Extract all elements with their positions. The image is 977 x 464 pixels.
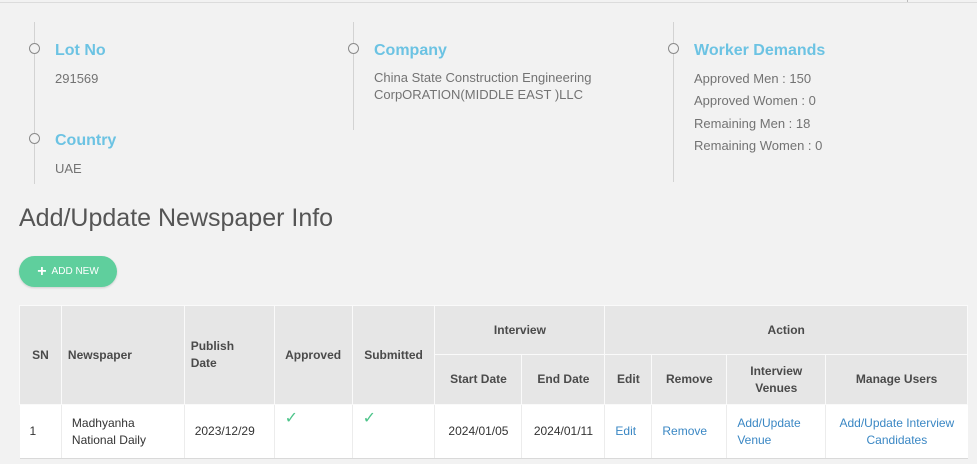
timeline-dot: [348, 43, 359, 54]
top-divider: [0, 2, 977, 3]
newspaper-line1: Madhyanha: [71, 415, 135, 430]
cell-end-date: 2024/01/11: [521, 404, 605, 459]
header-publish-line2: Date: [190, 356, 217, 370]
header-newspaper: Newspaper: [60, 305, 185, 405]
cell-edit: Edit: [604, 404, 652, 459]
top-tick: [907, 0, 908, 2]
timeline-dot: [29, 133, 40, 144]
cell-publish-date: 2023/12/29: [183, 404, 275, 459]
venue-link-line1: Add/Update: [737, 415, 801, 430]
candidates-link-line1: Add/Update Interview: [839, 415, 955, 430]
add-update-candidates-link[interactable]: Add/Update Interview Candidates: [836, 415, 957, 449]
header-end-date: End Date: [521, 354, 606, 405]
cell-newspaper: Madhyanha National Daily: [60, 404, 185, 459]
header-approved: Approved: [273, 305, 353, 405]
remove-link[interactable]: Remove: [662, 424, 707, 438]
company-title: Company: [374, 42, 447, 59]
header-edit: Edit: [604, 354, 653, 405]
country-value: UAE: [55, 161, 82, 176]
plus-icon: +: [37, 262, 47, 280]
remaining-men: Remaining Men : 18: [694, 116, 811, 131]
cell-venues: Add/Update Venue: [726, 404, 826, 459]
check-icon: ✓: [362, 410, 376, 427]
section-title: Add/Update Newspaper Info: [19, 204, 334, 232]
add-update-venue-link[interactable]: Add/Update Venue: [737, 415, 815, 449]
cell-sn: 1: [19, 404, 62, 459]
header-submitted: Submitted: [351, 305, 436, 405]
timeline-dot: [29, 43, 40, 54]
cell-submitted: ✓: [351, 404, 435, 459]
newspaper-line2: National Daily: [71, 432, 146, 447]
header-sn: SN: [19, 305, 62, 405]
company-value-line2: CorpORATION(MIDDLE EAST )LLC: [374, 87, 584, 102]
add-new-label: ADD NEW: [51, 266, 99, 277]
candidates-link-line2: Candidates: [866, 432, 928, 447]
approved-men: Approved Men : 150: [694, 71, 812, 86]
header-remove: Remove: [651, 354, 728, 405]
cell-approved: ✓: [273, 404, 353, 459]
header-venues-line1: Interview: [750, 363, 803, 378]
edit-link[interactable]: Edit: [615, 424, 636, 438]
add-new-button[interactable]: + ADD NEW: [19, 256, 117, 287]
header-start-date: Start Date: [434, 354, 523, 405]
approved-women: Approved Women : 0: [694, 93, 816, 108]
header-interview-venues: Interview Venues: [726, 354, 827, 405]
timeline-dot: [668, 43, 679, 54]
newspaper-table: SN Newspaper Publish Date Approved Submi…: [19, 305, 968, 459]
header-venues-line2: Venues: [755, 380, 798, 395]
timeline-line: [353, 22, 354, 130]
worker-demands-title: Worker Demands: [694, 42, 826, 59]
header-publish-date: Publish Date: [183, 305, 275, 405]
cell-start-date: 2024/01/05: [434, 404, 522, 459]
cell-remove: Remove: [651, 404, 727, 459]
cell-manage-users: Add/Update Interview Candidates: [825, 404, 968, 459]
header-action: Action: [604, 305, 968, 355]
table-row: 1 Madhyanha National Daily 2023/12/29 ✓ …: [19, 404, 968, 459]
header-interview: Interview: [434, 305, 606, 355]
company-value-line1: China State Construction Engineering: [374, 70, 592, 85]
remaining-women: Remaining Women : 0: [694, 138, 823, 153]
venue-link-line2: Venue: [737, 432, 772, 447]
lot-value: 291569: [55, 71, 99, 86]
country-title: Country: [55, 132, 117, 149]
lot-title: Lot No: [55, 42, 106, 59]
header-manage-users: Manage Users: [825, 354, 968, 405]
header-publish-line1: Publish: [190, 339, 235, 353]
check-icon: ✓: [284, 410, 299, 427]
